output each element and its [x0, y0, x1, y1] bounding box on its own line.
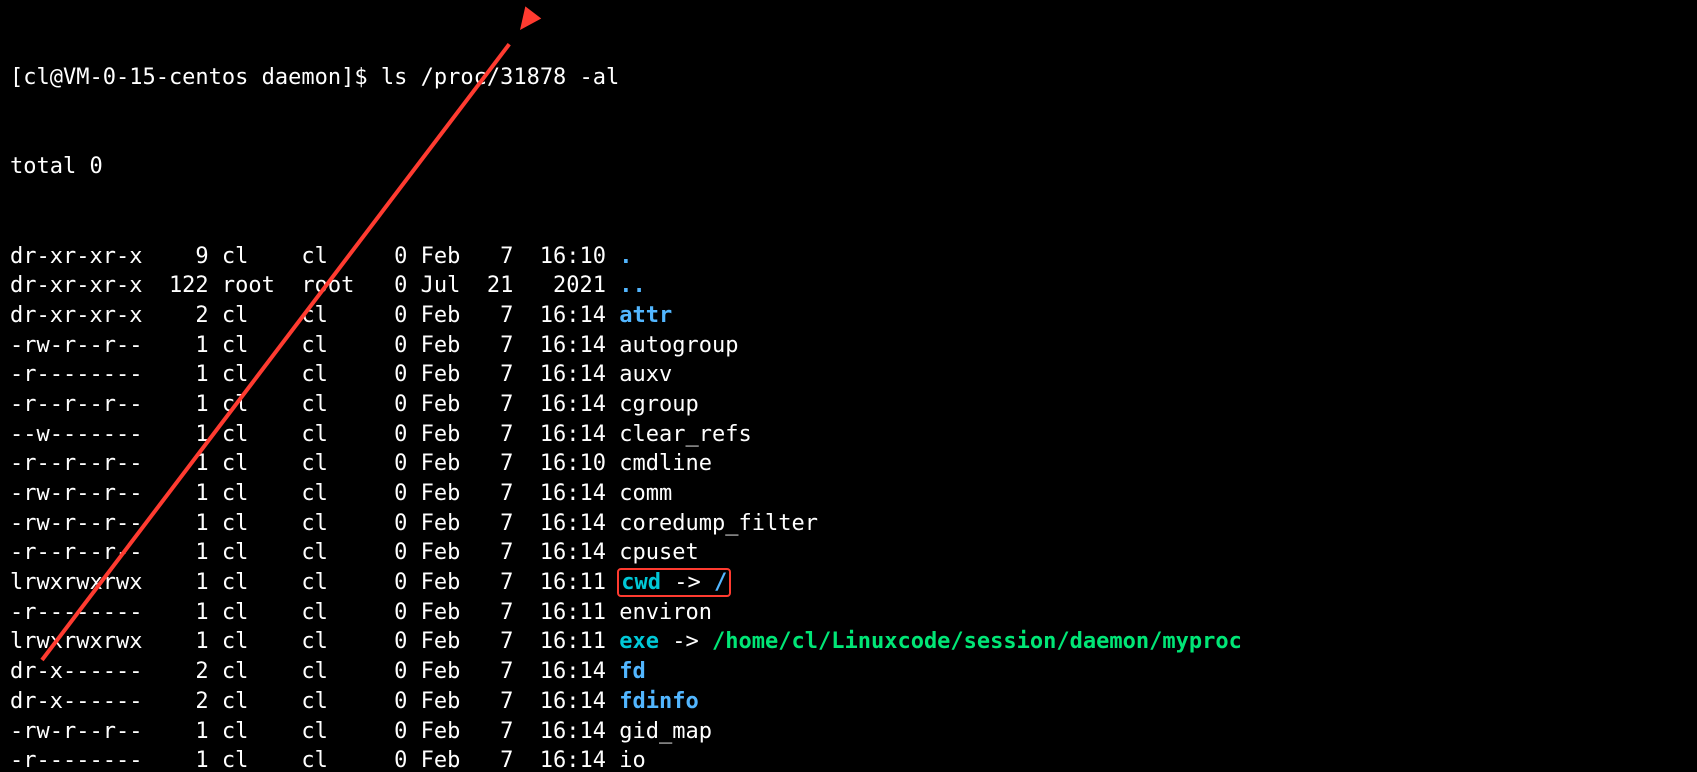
ls-row-name: autogroup: [619, 333, 738, 358]
ls-row-meta: -r-------- 1 cl cl 0 Feb 7 16:11: [10, 600, 619, 625]
ls-row-meta: -rw-r--r-- 1 cl cl 0 Feb 7 16:14: [10, 511, 619, 536]
ls-row-name: gid_map: [619, 719, 712, 744]
ls-row: --w------- 1 cl cl 0 Feb 7 16:14 clear_r…: [10, 420, 1687, 450]
ls-row-name: attr: [619, 303, 672, 328]
ls-row-meta: -r--r--r-- 1 cl cl 0 Feb 7 16:14: [10, 392, 619, 417]
ls-row: -r-------- 1 cl cl 0 Feb 7 16:11 environ: [10, 598, 1687, 628]
ls-row: dr-xr-xr-x 2 cl cl 0 Feb 7 16:14 attr: [10, 301, 1687, 331]
ls-row: lrwxrwxrwx 1 cl cl 0 Feb 7 16:11 exe -> …: [10, 627, 1687, 657]
ls-row-name: fd: [619, 659, 646, 684]
terminal-output: [cl@VM-0-15-centos daemon]$ ls /proc/318…: [0, 0, 1697, 772]
symlink-arrow: ->: [659, 629, 712, 654]
ls-row-name: exe: [619, 629, 659, 654]
ls-row-name: clear_refs: [619, 422, 751, 447]
ls-row-name: fdinfo: [619, 689, 698, 714]
ls-row-meta: dr-xr-xr-x 122 root root 0 Jul 21 2021: [10, 273, 619, 298]
ls-row-name: comm: [619, 481, 672, 506]
ls-row: lrwxrwxrwx 1 cl cl 0 Feb 7 16:11 cwd -> …: [10, 568, 1687, 598]
ls-row-name: .: [619, 244, 632, 269]
ls-row: dr-x------ 2 cl cl 0 Feb 7 16:14 fdinfo: [10, 687, 1687, 717]
annotation-box: cwd -> /: [617, 568, 731, 597]
annotation-arrow: [0, 0, 53, 119]
ls-row: -rw-r--r-- 1 cl cl 0 Feb 7 16:14 coredum…: [10, 509, 1687, 539]
ls-row-meta: dr-x------ 2 cl cl 0 Feb 7 16:14: [10, 689, 619, 714]
ls-row: dr-xr-xr-x 122 root root 0 Jul 21 2021 .…: [10, 271, 1687, 301]
ls-row-meta: -r--r--r-- 1 cl cl 0 Feb 7 16:10: [10, 451, 619, 476]
ls-row-name: auxv: [619, 362, 672, 387]
ls-row-name: environ: [619, 600, 712, 625]
prompt-line[interactable]: [cl@VM-0-15-centos daemon]$ ls /proc/318…: [10, 63, 1687, 93]
ls-row-meta: -rw-r--r-- 1 cl cl 0 Feb 7 16:14: [10, 481, 619, 506]
ls-row: dr-xr-xr-x 9 cl cl 0 Feb 7 16:10 .: [10, 242, 1687, 272]
ls-row: dr-x------ 2 cl cl 0 Feb 7 16:14 fd: [10, 657, 1687, 687]
ls-row-meta: lrwxrwxrwx 1 cl cl 0 Feb 7 16:11: [10, 629, 619, 654]
ls-row: -rw-r--r-- 1 cl cl 0 Feb 7 16:14 autogro…: [10, 331, 1687, 361]
ls-row: -r--r--r-- 1 cl cl 0 Feb 7 16:14 cpuset: [10, 538, 1687, 568]
ls-row: -rw-r--r-- 1 cl cl 0 Feb 7 16:14 comm: [10, 479, 1687, 509]
ls-row-meta: -r--r--r-- 1 cl cl 0 Feb 7 16:14: [10, 540, 619, 565]
ls-row-meta: --w------- 1 cl cl 0 Feb 7 16:14: [10, 422, 619, 447]
ls-row: -r--r--r-- 1 cl cl 0 Feb 7 16:10 cmdline: [10, 449, 1687, 479]
prompt-command: ls /proc/31878 -al: [381, 65, 619, 90]
ls-row-name: ..: [619, 273, 646, 298]
ls-row: -rw-r--r-- 1 cl cl 0 Feb 7 16:14 gid_map: [10, 717, 1687, 747]
ls-row-name: cpuset: [619, 540, 698, 565]
ls-row-meta: -rw-r--r-- 1 cl cl 0 Feb 7 16:14: [10, 719, 619, 744]
ls-row-name: io: [619, 748, 646, 772]
ls-row-name: cgroup: [619, 392, 698, 417]
ls-row-name: coredump_filter: [619, 511, 818, 536]
ls-row-meta: dr-x------ 2 cl cl 0 Feb 7 16:14: [10, 659, 619, 684]
ls-row-name: cwd: [621, 570, 661, 595]
ls-row: -r--r--r-- 1 cl cl 0 Feb 7 16:14 cgroup: [10, 390, 1687, 420]
total-line: total 0: [10, 152, 1687, 182]
ls-row-meta: -rw-r--r-- 1 cl cl 0 Feb 7 16:14: [10, 333, 619, 358]
symlink-target: /: [714, 570, 727, 595]
ls-row-meta: -r-------- 1 cl cl 0 Feb 7 16:14: [10, 362, 619, 387]
ls-row: -r-------- 1 cl cl 0 Feb 7 16:14 io: [10, 746, 1687, 772]
symlink-target: /home/cl/Linuxcode/session/daemon/myproc: [712, 629, 1242, 654]
ls-row-meta: -r-------- 1 cl cl 0 Feb 7 16:14: [10, 748, 619, 772]
ls-row-meta: dr-xr-xr-x 2 cl cl 0 Feb 7 16:14: [10, 303, 619, 328]
prompt-userhost: [cl@VM-0-15-centos daemon]$: [10, 65, 381, 90]
ls-row-name: cmdline: [619, 451, 712, 476]
ls-rows: dr-xr-xr-x 9 cl cl 0 Feb 7 16:10 .dr-xr-…: [10, 242, 1687, 772]
symlink-arrow: ->: [661, 570, 714, 595]
ls-row: -r-------- 1 cl cl 0 Feb 7 16:14 auxv: [10, 360, 1687, 390]
ls-row-meta: lrwxrwxrwx 1 cl cl 0 Feb 7 16:11: [10, 570, 619, 595]
ls-row-meta: dr-xr-xr-x 9 cl cl 0 Feb 7 16:10: [10, 244, 619, 269]
